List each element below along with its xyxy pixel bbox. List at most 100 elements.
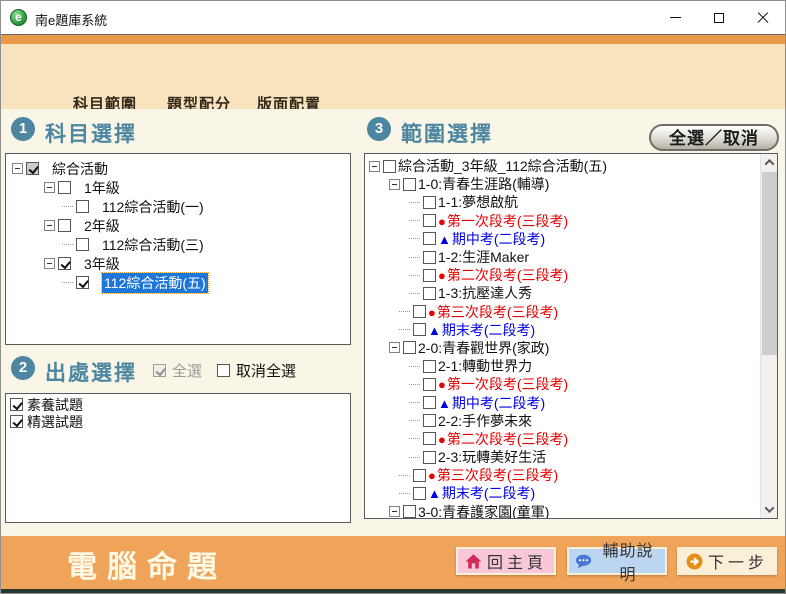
checkbox[interactable] bbox=[423, 451, 436, 464]
close-button[interactable] bbox=[741, 1, 785, 34]
checkbox[interactable] bbox=[423, 287, 436, 300]
checkbox[interactable] bbox=[76, 200, 89, 213]
checkbox[interactable] bbox=[423, 378, 436, 391]
tree-item-label[interactable]: ▲期末考(二段考) bbox=[428, 483, 535, 503]
scrollbar-up-button[interactable] bbox=[761, 154, 778, 171]
expander-icon[interactable] bbox=[44, 258, 55, 269]
tree-item-label[interactable]: 112綜合活動(五) bbox=[102, 273, 208, 293]
checkbox[interactable] bbox=[403, 341, 416, 354]
tree-item-label[interactable]: ▲期末考(二段考) bbox=[428, 320, 535, 340]
tree-item[interactable]: ▲期末考(二段考) bbox=[365, 484, 777, 502]
deselect-all-checkbox[interactable] bbox=[217, 364, 230, 377]
tree-item[interactable]: 112綜合活動(五) bbox=[6, 273, 350, 292]
scrollbar-down-button[interactable] bbox=[761, 501, 778, 518]
tree-item[interactable]: 2-2:手作夢未來 bbox=[365, 412, 777, 430]
tree-item[interactable]: ▲期末考(二段考) bbox=[365, 321, 777, 339]
tree-item-label[interactable]: 1-0:青春生涯路(輔導) bbox=[418, 174, 549, 194]
tree-item-label[interactable]: ●第三次段考(三段考) bbox=[428, 465, 558, 485]
tree-item-label[interactable]: 2-2:手作夢未來 bbox=[438, 411, 532, 431]
checkbox[interactable] bbox=[10, 415, 23, 428]
select-all-toggle-button[interactable]: 全選／取消 bbox=[649, 124, 779, 151]
tree-item[interactable]: ▲期中考(二段考) bbox=[365, 393, 777, 411]
checkbox[interactable] bbox=[58, 181, 71, 194]
checkbox[interactable] bbox=[423, 232, 436, 245]
tree-item-label[interactable]: ●第一次段考(三段考) bbox=[438, 374, 568, 394]
checkbox[interactable] bbox=[413, 487, 426, 500]
checkbox[interactable] bbox=[413, 323, 426, 336]
checkbox[interactable] bbox=[76, 238, 89, 251]
checkbox[interactable] bbox=[423, 360, 436, 373]
expander-icon[interactable] bbox=[44, 182, 55, 193]
tree-item[interactable]: 綜合活動_3年級_112綜合活動(五) bbox=[365, 157, 777, 175]
checkbox[interactable] bbox=[413, 469, 426, 482]
tree-item[interactable]: ▲期中考(二段考) bbox=[365, 230, 777, 248]
expander-icon[interactable] bbox=[389, 342, 400, 353]
checkbox[interactable] bbox=[423, 269, 436, 282]
tree-item[interactable]: ●第一次段考(三段考) bbox=[365, 212, 777, 230]
tree-item-label[interactable]: 3年級 bbox=[84, 254, 120, 274]
checkbox[interactable] bbox=[423, 196, 436, 209]
tree-item[interactable]: 1年級 bbox=[6, 178, 350, 197]
tree-item[interactable]: 3-0:青春護家園(童軍) bbox=[365, 503, 777, 519]
help-button[interactable]: 輔助說明 bbox=[567, 547, 667, 575]
tree-item-label[interactable]: ▲期中考(二段考) bbox=[438, 229, 545, 249]
tree-item-label[interactable]: 1-1:夢想啟航 bbox=[438, 192, 518, 212]
tree-item-label[interactable]: 綜合活動_3年級_112綜合活動(五) bbox=[398, 156, 607, 176]
scrollbar[interactable] bbox=[760, 154, 777, 518]
tree-item[interactable]: ●第二次段考(三段考) bbox=[365, 430, 777, 448]
checkbox[interactable] bbox=[423, 396, 436, 409]
checkbox[interactable] bbox=[58, 219, 71, 232]
list-item[interactable]: 素養試題 bbox=[10, 396, 350, 413]
expander-icon[interactable] bbox=[389, 506, 400, 517]
tree-item[interactable]: 112綜合活動(一) bbox=[6, 197, 350, 216]
tree-item[interactable]: 2-3:玩轉美好生活 bbox=[365, 448, 777, 466]
checkbox[interactable] bbox=[76, 276, 89, 289]
tree-item-label[interactable]: 112綜合活動(三) bbox=[102, 235, 204, 255]
tree-item[interactable]: 2-0:青春觀世界(家政) bbox=[365, 339, 777, 357]
next-step-button[interactable]: 下一步 bbox=[677, 547, 777, 575]
tree-item-label[interactable]: 2-1:轉動世界力 bbox=[438, 356, 532, 376]
tree-item[interactable]: ●第三次段考(三段考) bbox=[365, 466, 777, 484]
tree-item[interactable]: 1-0:青春生涯路(輔導) bbox=[365, 175, 777, 193]
checkbox[interactable] bbox=[423, 214, 436, 227]
tree-item-label[interactable]: ●第二次段考(三段考) bbox=[438, 429, 568, 449]
checkbox[interactable] bbox=[423, 432, 436, 445]
tree-item-label[interactable]: 2-3:玩轉美好生活 bbox=[438, 447, 546, 467]
tree-item-label[interactable]: 2-0:青春觀世界(家政) bbox=[418, 338, 549, 358]
tree-item[interactable]: ●第二次段考(三段考) bbox=[365, 266, 777, 284]
tree-item[interactable]: 1-2:生涯Maker bbox=[365, 248, 777, 266]
tree-item[interactable]: 112綜合活動(三) bbox=[6, 235, 350, 254]
scrollbar-thumb[interactable] bbox=[762, 172, 777, 355]
tree-item[interactable]: 1-3:抗壓達人秀 bbox=[365, 284, 777, 302]
expander-icon[interactable] bbox=[369, 161, 380, 172]
tree-item-label[interactable]: 1年級 bbox=[84, 178, 120, 198]
checkbox[interactable] bbox=[10, 398, 23, 411]
checkbox[interactable] bbox=[58, 257, 71, 270]
home-button[interactable]: 回主頁 bbox=[456, 547, 556, 575]
deselect-all-checkbox-group[interactable]: 取消全選 bbox=[217, 360, 296, 381]
checkbox[interactable] bbox=[403, 505, 416, 518]
tree-item-label[interactable]: ●第一次段考(三段考) bbox=[438, 211, 568, 231]
tree-item-label[interactable]: ▲期中考(二段考) bbox=[438, 393, 545, 413]
checkbox[interactable] bbox=[423, 251, 436, 264]
tree-item[interactable]: ●第一次段考(三段考) bbox=[365, 375, 777, 393]
tree-item[interactable]: ●第三次段考(三段考) bbox=[365, 303, 777, 321]
expander-icon[interactable] bbox=[12, 163, 23, 174]
tree-item-label[interactable]: 112綜合活動(一) bbox=[102, 197, 204, 217]
select-all-checkbox-group[interactable]: 全選 bbox=[153, 360, 202, 381]
maximize-button[interactable] bbox=[697, 1, 741, 34]
tree-item[interactable]: 1-1:夢想啟航 bbox=[365, 193, 777, 211]
list-item[interactable]: 精選試題 bbox=[10, 413, 350, 430]
tree-item[interactable]: 綜合活動 bbox=[6, 159, 350, 178]
tree-item-label[interactable]: 2年級 bbox=[84, 216, 120, 236]
tree-item-label[interactable]: ●第三次段考(三段考) bbox=[428, 302, 558, 322]
tree-item-label[interactable]: 1-3:抗壓達人秀 bbox=[438, 283, 532, 303]
tree-item-label[interactable]: ●第二次段考(三段考) bbox=[438, 265, 568, 285]
tree-item-label[interactable]: 1-2:生涯Maker bbox=[438, 247, 529, 267]
minimize-button[interactable] bbox=[653, 1, 697, 34]
list-item-label[interactable]: 精選試題 bbox=[27, 412, 83, 432]
tree-item[interactable]: 3年級 bbox=[6, 254, 350, 273]
select-all-checkbox[interactable] bbox=[153, 364, 166, 377]
tree-item-label[interactable]: 綜合活動 bbox=[52, 159, 108, 179]
expander-icon[interactable] bbox=[44, 220, 55, 231]
